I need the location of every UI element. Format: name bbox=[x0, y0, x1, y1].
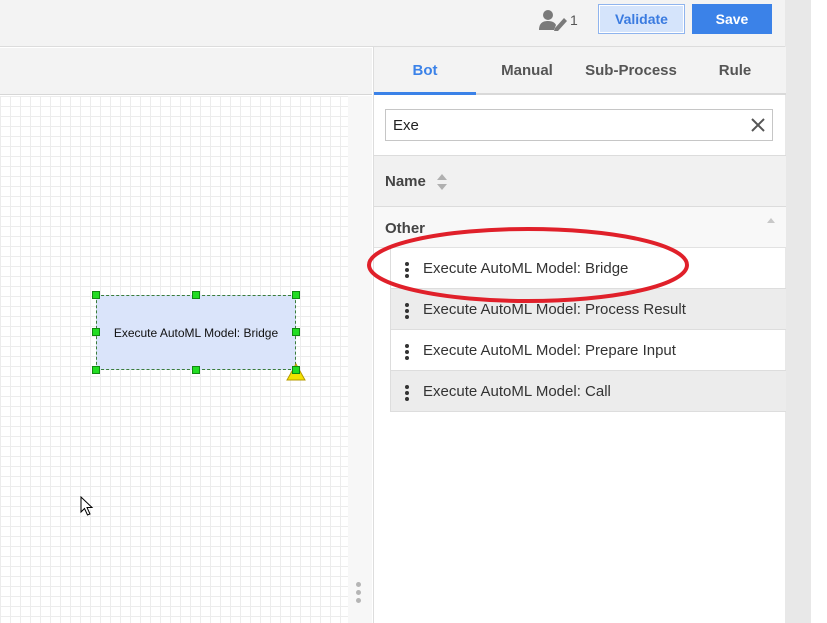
resize-handle-tl[interactable] bbox=[92, 291, 100, 299]
list-item[interactable]: Execute AutoML Model: Call bbox=[390, 371, 786, 412]
list-item-label: Execute AutoML Model: Prepare Input bbox=[423, 342, 676, 359]
tab-sub-process[interactable]: Sub-Process bbox=[578, 47, 684, 93]
sort-icon[interactable] bbox=[435, 172, 449, 192]
canvas-toolbar bbox=[0, 48, 372, 95]
panel-tabs: Bot Manual Sub-Process Rule bbox=[374, 47, 786, 95]
window-scrollbar[interactable] bbox=[785, 0, 811, 623]
search-input[interactable] bbox=[386, 110, 736, 140]
drag-handle-icon[interactable] bbox=[405, 385, 409, 403]
clear-icon[interactable] bbox=[750, 117, 766, 133]
list-item-label: Execute AutoML Model: Call bbox=[423, 383, 611, 400]
tab-rule[interactable]: Rule bbox=[684, 47, 786, 93]
column-header-label: Name bbox=[385, 173, 426, 190]
canvas-splitter[interactable] bbox=[348, 96, 372, 623]
validate-button[interactable]: Validate bbox=[598, 4, 685, 34]
search-box bbox=[385, 109, 773, 141]
save-button[interactable]: Save bbox=[692, 4, 772, 34]
resize-handle-br[interactable] bbox=[292, 366, 300, 374]
drag-handle-icon[interactable] bbox=[405, 344, 409, 362]
drag-handle-icon[interactable] bbox=[356, 582, 362, 606]
user-count: 1 bbox=[570, 12, 578, 28]
tab-manual[interactable]: Manual bbox=[476, 47, 578, 93]
column-header[interactable]: Name bbox=[374, 155, 786, 207]
resize-handle-t[interactable] bbox=[192, 291, 200, 299]
workflow-node[interactable]: Execute AutoML Model: Bridge bbox=[96, 295, 296, 370]
app-root: 1 Validate Save Execute AutoML Model: Br… bbox=[0, 0, 827, 623]
resize-handle-r[interactable] bbox=[292, 328, 300, 336]
annotation-ellipse bbox=[367, 227, 689, 303]
tab-bot[interactable]: Bot bbox=[374, 47, 476, 95]
collapse-icon[interactable] bbox=[766, 217, 776, 225]
user-edit-icon bbox=[539, 10, 567, 31]
list-item[interactable]: Execute AutoML Model: Prepare Input bbox=[390, 330, 786, 371]
top-toolbar: 1 Validate Save bbox=[0, 0, 785, 47]
mouse-cursor-icon bbox=[80, 496, 94, 516]
resize-handle-tr[interactable] bbox=[292, 291, 300, 299]
workflow-node-label: Execute AutoML Model: Bridge bbox=[113, 325, 279, 340]
resize-handle-l[interactable] bbox=[92, 328, 100, 336]
active-users[interactable]: 1 bbox=[538, 8, 578, 32]
resize-handle-b[interactable] bbox=[192, 366, 200, 374]
element-panel: Bot Manual Sub-Process Rule Name Other bbox=[373, 47, 786, 623]
resize-handle-bl[interactable] bbox=[92, 366, 100, 374]
